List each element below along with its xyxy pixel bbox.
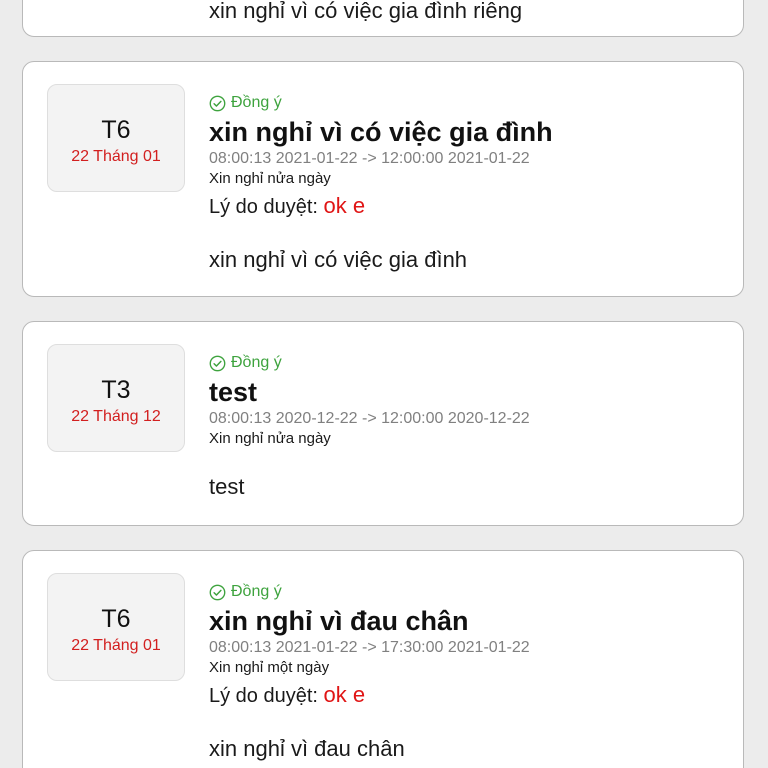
leave-type: Xin nghỉ nửa ngày: [209, 170, 331, 187]
day-month-label: 22 Tháng 01: [71, 148, 161, 165]
check-circle-icon: [209, 584, 226, 600]
leave-title: xin nghỉ vì có việc gia đình: [209, 117, 553, 147]
weekday-label: T6: [101, 605, 131, 633]
leave-content: Đồng ý xin nghỉ vì có việc gia đình 08:0…: [209, 92, 733, 274]
leave-title: test: [209, 377, 258, 407]
leave-description: xin nghỉ vì đau chân: [209, 736, 405, 761]
leave-title: xin nghỉ vì đau chân: [209, 606, 469, 636]
leave-card[interactable]: T6 22 Tháng 01 Đồng ý xin nghỉ vì đau ch…: [22, 550, 744, 768]
approval-reason: Lý do duyệt: ok e: [209, 680, 733, 711]
time-range: 08:00:13 2021-01-22 -> 17:30:00 2021-01-…: [209, 639, 530, 656]
leave-card[interactable]: T3 22 Tháng 12 Đồng ý test 08:00:13 2020…: [22, 321, 744, 526]
status-badge: Đồng ý: [209, 92, 733, 114]
check-circle-icon: [209, 95, 226, 111]
day-month-label: 22 Tháng 01: [71, 637, 161, 654]
status-badge: Đồng ý: [209, 352, 733, 374]
weekday-label: T6: [101, 116, 131, 144]
status-label: Đồng ý: [231, 583, 282, 600]
leave-request-list: xin nghỉ vì có việc gia đình riêng T6 22…: [0, 0, 768, 768]
leave-card[interactable]: xin nghỉ vì có việc gia đình riêng: [22, 0, 744, 37]
leave-card[interactable]: T6 22 Tháng 01 Đồng ý xin nghỉ vì có việ…: [22, 61, 744, 297]
approval-reason: Lý do duyệt: ok e: [209, 191, 733, 222]
status-badge: Đồng ý: [209, 581, 733, 603]
approval-reason-label: Lý do duyệt:: [209, 196, 318, 218]
day-month-label: 22 Tháng 12: [71, 408, 161, 425]
leave-description: xin nghỉ vì có việc gia đình: [209, 247, 468, 272]
leave-content: Đồng ý xin nghỉ vì đau chân 08:00:13 202…: [209, 581, 733, 763]
leave-type: Xin nghỉ một ngày: [209, 659, 330, 676]
status-label: Đồng ý: [231, 354, 282, 371]
date-badge: T3 22 Tháng 12: [47, 344, 185, 452]
time-range: 08:00:13 2020-12-22 -> 12:00:00 2020-12-…: [209, 410, 530, 427]
check-circle-icon: [209, 355, 226, 371]
status-label: Đồng ý: [231, 94, 282, 111]
leave-content: Đồng ý test 08:00:13 2020-12-22 -> 12:00…: [209, 352, 733, 501]
leave-description: xin nghỉ vì có việc gia đình riêng: [209, 0, 523, 23]
leave-description: test: [209, 474, 245, 499]
weekday-label: T3: [101, 376, 131, 404]
approval-reason-value: ok e: [323, 682, 366, 707]
approval-reason-label: Lý do duyệt:: [209, 685, 318, 707]
date-badge: T6 22 Tháng 01: [47, 573, 185, 681]
date-badge: T6 22 Tháng 01: [47, 84, 185, 192]
leave-type: Xin nghỉ nửa ngày: [209, 430, 331, 447]
time-range: 08:00:13 2021-01-22 -> 12:00:00 2021-01-…: [209, 150, 530, 167]
approval-reason-value: ok e: [323, 193, 366, 218]
